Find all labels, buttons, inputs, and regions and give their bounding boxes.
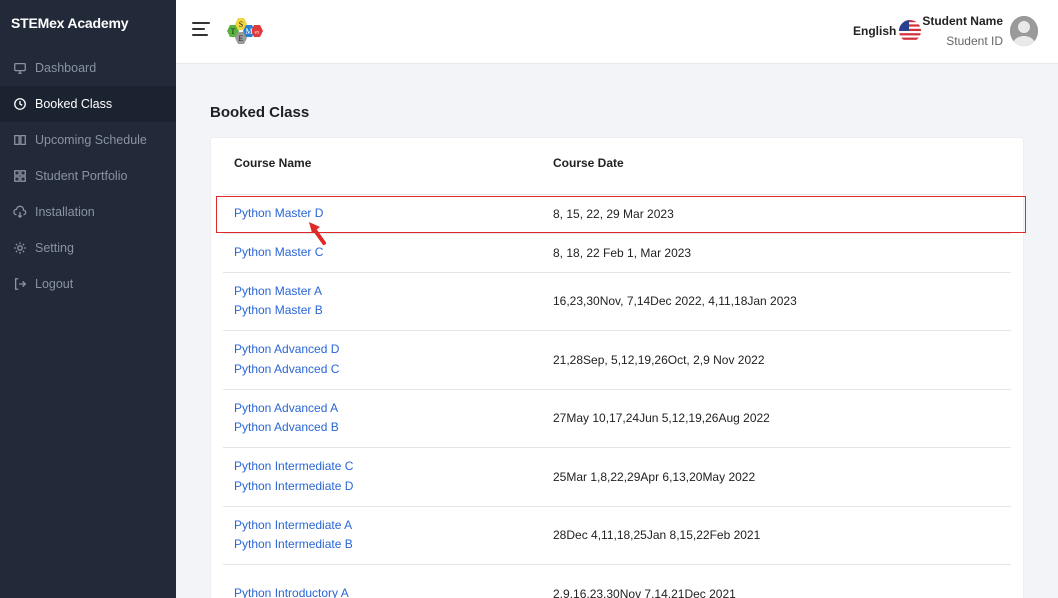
brand-title: STEMex Academy <box>11 15 129 31</box>
clock-icon <box>12 96 28 112</box>
table-row: Python Master D 8, 15, 22, 29 Mar 2023 <box>223 194 1011 234</box>
course-date: 28Dec 4,11,18,25Jan 8,15,22Feb 2021 <box>553 506 1011 565</box>
sidebar-item-student-portfolio[interactable]: Student Portfolio <box>0 158 176 194</box>
course-date: 8, 15, 22, 29 Mar 2023 <box>553 194 1011 234</box>
course-link[interactable]: Python Master A <box>234 282 553 302</box>
sidebar-item-label: Dashboard <box>35 61 97 75</box>
course-date: 25Mar 1,8,22,29Apr 6,13,20May 2022 <box>553 447 1011 507</box>
course-link[interactable]: Python Intermediate A <box>234 516 553 536</box>
logo-letter-t: T <box>231 27 236 36</box>
sidebar-item-dashboard[interactable]: Dashboard <box>0 50 176 86</box>
sidebar-item-logout[interactable]: Logout <box>0 266 176 302</box>
logo-letter-e: E <box>239 34 244 43</box>
sidebar-item-upcoming-schedule[interactable]: Upcoming Schedule <box>0 122 176 158</box>
table-row: Python Advanced A Python Advanced B 27May… <box>223 389 1011 448</box>
course-link[interactable]: Python Master C <box>234 243 553 263</box>
course-date: 27May 10,17,24Jun 5,12,19,26Aug 2022 <box>553 389 1011 448</box>
course-date: 2,9,16,23,30Nov 7,14,21Dec 2021 <box>553 564 1011 598</box>
course-link[interactable]: Python Master B <box>234 301 553 321</box>
sidebar-item-booked-class[interactable]: Booked Class <box>0 86 176 122</box>
sidebar-item-label: Setting <box>35 241 74 255</box>
logout-icon <box>12 276 28 292</box>
page-title: Booked Class <box>210 104 310 121</box>
course-date: 21,28Sep, 5,12,19,26Oct, 2,9 Nov 2022 <box>553 330 1011 390</box>
booked-class-card: Course Name Course Date Python Master D … <box>210 137 1024 598</box>
sidebar-item-label: Upcoming Schedule <box>35 133 147 147</box>
course-link[interactable]: Python Advanced B <box>234 418 553 438</box>
sidebar: STEMex Academy Dashboard Booked Class Up… <box>0 0 176 598</box>
table-row: Python Introductory A 2,9,16,23,30Nov 7,… <box>223 564 1011 598</box>
logo-letter-s: S <box>239 20 243 29</box>
course-link[interactable]: Python Advanced C <box>234 360 553 380</box>
sidebar-item-label: Student Portfolio <box>35 169 128 183</box>
sidebar-item-label: Installation <box>35 205 95 219</box>
course-link[interactable]: Python Intermediate B <box>234 535 553 555</box>
sidebar-item-installation[interactable]: Installation <box>0 194 176 230</box>
user-id: Student ID <box>946 34 1003 48</box>
arrow-annotation-icon <box>309 222 326 245</box>
course-link[interactable]: Python Advanced D <box>234 340 553 360</box>
course-date: 8, 18, 22 Feb 1, Mar 2023 <box>553 233 1011 273</box>
language-selector[interactable]: English <box>853 24 896 38</box>
course-link[interactable]: Python Intermediate C <box>234 457 553 477</box>
sidebar-item-label: Booked Class <box>35 97 113 111</box>
course-link[interactable]: Python Advanced A <box>234 399 553 419</box>
column-header-course-date: Course Date <box>553 156 1011 195</box>
top-bar: T S E M ex English Student Name Student … <box>176 0 1058 64</box>
table-header-row: Course Name Course Date <box>223 156 1011 195</box>
gear-icon <box>12 240 28 256</box>
course-link[interactable]: Python Master D <box>234 204 553 224</box>
table-row: Python Master C 8, 18, 22 Feb 1, Mar 202… <box>223 233 1011 273</box>
stemex-logo: T S E M ex <box>227 18 263 44</box>
sidebar-item-label: Logout <box>35 277 74 291</box>
sidebar-nav: Dashboard Booked Class Upcoming Schedule… <box>0 50 176 302</box>
table-row: Python Master A Python Master B 16,23,30N… <box>223 272 1011 331</box>
monitor-icon <box>12 60 28 76</box>
sidebar-item-setting[interactable]: Setting <box>0 230 176 266</box>
table-row: Python Intermediate C Python Intermediate… <box>223 447 1011 507</box>
us-flag-icon[interactable] <box>899 20 921 42</box>
course-link[interactable]: Python Introductory A <box>234 584 553 598</box>
booked-class-table: Course Name Course Date Python Master D … <box>223 156 1011 598</box>
cloud-download-icon <box>12 204 28 220</box>
avatar[interactable] <box>1010 16 1038 46</box>
table-row: Python Intermediate A Python Intermediate… <box>223 506 1011 565</box>
user-name: Student Name <box>922 14 1003 28</box>
book-icon <box>12 132 28 148</box>
column-header-course-name: Course Name <box>223 156 553 195</box>
menu-toggle-icon[interactable] <box>192 22 210 38</box>
logo-letter-m: M <box>245 27 252 36</box>
table-row: Python Advanced D Python Advanced C 21,28… <box>223 330 1011 390</box>
logo-letter-ex: ex <box>255 31 260 36</box>
course-link[interactable]: Python Intermediate D <box>234 477 553 497</box>
grid-icon <box>12 168 28 184</box>
course-date: 16,23,30Nov, 7,14Dec 2022, 4,11,18Jan 20… <box>553 272 1011 331</box>
